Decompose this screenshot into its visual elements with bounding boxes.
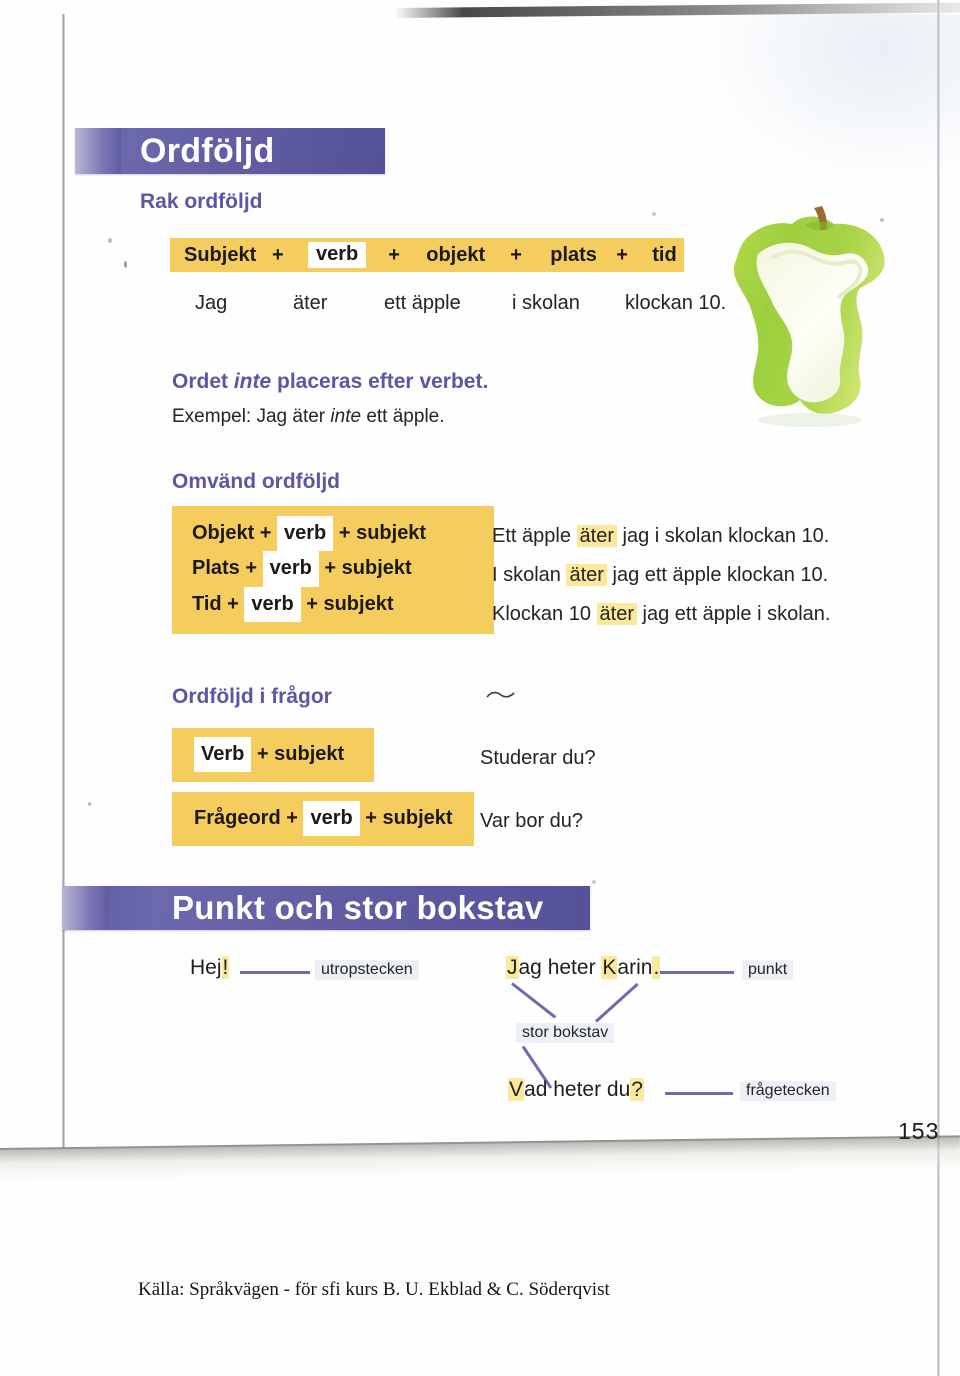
section-heading-punkt-och-stor-bokstav: Punkt och stor bokstav: [62, 886, 590, 930]
formula-pre: Objekt +: [192, 522, 278, 544]
example-pre: Klockan 10: [492, 603, 597, 625]
formula-plus: +: [388, 243, 400, 266]
formula-plus: +: [272, 243, 284, 266]
example-highlight-verb: äter: [596, 603, 637, 625]
formula-token-verb: Verb: [194, 737, 252, 773]
inte-example-prefix: Exempel: Jag äter: [172, 406, 331, 427]
inte-example-italic: inte: [330, 406, 362, 427]
subheading-omvand-ordfoljd: Omvänd ordföljd: [172, 470, 340, 493]
formula-plus: +: [616, 243, 628, 266]
sentence-karin-cap1: J: [506, 956, 519, 979]
formula-token-verb: verb: [262, 551, 319, 587]
example-pre: Ett äpple: [492, 525, 577, 547]
band-tail-decoration: [62, 886, 108, 930]
source-caption: Källa: Språkvägen - för sfi kurs B. U. E…: [138, 1279, 610, 1300]
inte-example-suffix: ett äpple.: [361, 406, 445, 427]
connector-line-stor-bokstav-from-j: [511, 982, 557, 1019]
sentence-hej-mark: !: [221, 956, 230, 979]
sentence-vad-cap1: V: [508, 1078, 525, 1101]
sentence-karin-mid2: arin: [617, 956, 653, 979]
example-post: jag ett äpple klockan 10.: [606, 564, 829, 586]
example-ordet-inte: Exempel: Jag äter inte ett äpple.: [172, 406, 445, 428]
formula-token-plats: plats: [550, 243, 597, 266]
formula-row-fragerord-verb-subjekt: Frågeord + verb + subjekt: [194, 801, 453, 837]
sentence-jag-heter-karin: Jag heter Karin.: [506, 956, 661, 980]
sentence-karin-mid1: ag heter: [518, 956, 602, 979]
formula-box-rak-ordfoljd: Subjekt + verb + objekt + plats + tid: [170, 238, 684, 272]
formula-pre: Frågeord +: [194, 807, 304, 829]
label-utropstecken: utropstecken: [315, 960, 419, 980]
section-heading-ordfoljd: Ordföljd: [75, 128, 385, 174]
formula-row-plats: Plats + verb + subjekt: [192, 551, 470, 587]
sentence-vad-heter-du: Vad heter du?: [508, 1078, 644, 1102]
formula-box-fraga-fragerord: Frågeord + verb + subjekt: [172, 792, 474, 847]
formula-post: + subjekt: [318, 557, 412, 580]
example-omvand-tid: Klockan 10 äter jag ett äpple i skolan.: [492, 603, 830, 626]
formula-box-omvand-ordfoljd: Objekt + verb + subjekt Plats + verb + s…: [172, 506, 494, 635]
formula-box-fraga-verb: Verb + subjekt: [172, 728, 374, 783]
connector-line-stor-bokstav-from-k: [594, 982, 639, 1023]
example-word-subjekt: Jag: [195, 292, 228, 314]
example-omvand-plats: I skolan äter jag ett äpple klockan 10.: [492, 564, 828, 587]
page-content: Ordföljd Rak ordföljd Subjekt + verb + o…: [0, 0, 960, 1376]
label-punkt: punkt: [742, 960, 794, 980]
label-fragetecken: frågetecken: [740, 1081, 836, 1101]
sentence-karin-mark: .: [652, 956, 661, 979]
example-post: jag ett äpple i skolan.: [636, 603, 831, 625]
subheading-rak-ordfoljd: Rak ordföljd: [140, 190, 263, 213]
subheading-ordet-inte: Ordet inte placeras efter verbet.: [172, 370, 488, 394]
sentence-hej-word: Hej: [190, 956, 222, 979]
example-pre: I skolan: [492, 564, 567, 586]
connector-line-utropstecken: [240, 971, 310, 974]
example-word-objekt: ett äpple: [384, 292, 461, 314]
scan-squiggle-mark: [486, 691, 515, 698]
example-word-plats: i skolan: [512, 292, 580, 314]
example-highlight-verb: äter: [576, 525, 617, 547]
formula-post: + subjekt: [333, 522, 427, 544]
formula-token-verb: verb: [244, 586, 301, 623]
inte-heading-part2: placeras efter verbet.: [271, 370, 489, 393]
sentence-vad-mid1: ad heter du: [524, 1078, 631, 1101]
formula-token-verb: verb: [277, 516, 334, 552]
sentence-vad-mark: ?: [630, 1078, 644, 1101]
inte-heading-italic: inte: [233, 370, 272, 393]
example-fraga-fragerord: Var bor du?: [480, 810, 584, 832]
formula-pre: Plats +: [192, 557, 263, 580]
formula-post: + subjekt: [359, 807, 453, 829]
formula-token-verb: verb: [308, 242, 367, 268]
formula-token-tid: tid: [652, 243, 677, 266]
connector-line-fragetecken: [665, 1092, 733, 1095]
sentence-karin-cap2: K: [601, 956, 618, 979]
apple-core-icon: [733, 206, 885, 427]
page-number: 153: [898, 1118, 938, 1144]
sentence-hej: Hej!: [190, 956, 230, 980]
formula-post: + subjekt: [300, 592, 394, 615]
band-tail-decoration: [75, 128, 121, 174]
band-title-punkt: Punkt och stor bokstav: [172, 889, 544, 926]
formula-plus: +: [510, 243, 522, 266]
connector-line-punkt: [660, 971, 734, 974]
apple-core-illustration: [710, 196, 910, 446]
formula-pre: Tid +: [192, 592, 245, 615]
label-stor-bokstav: stor bokstav: [516, 1023, 615, 1043]
example-post: jag i skolan klockan 10.: [616, 525, 830, 547]
formula-post: + subjekt: [251, 743, 345, 765]
formula-row-verb-subjekt: Verb + subjekt: [194, 737, 352, 773]
formula-row-tid: Tid + verb + subjekt: [192, 586, 470, 623]
formula-token-verb: verb: [303, 801, 360, 837]
example-highlight-verb: äter: [566, 564, 607, 586]
inte-heading-part1: Ordet: [172, 370, 234, 393]
formula-token-objekt: objekt: [426, 243, 486, 266]
formula-row-objekt: Objekt + verb + subjekt: [192, 516, 470, 552]
subheading-ordfoljd-i-fragor: Ordföljd i frågor: [172, 685, 332, 708]
example-omvand-objekt: Ett äpple äter jag i skolan klockan 10.: [492, 525, 829, 548]
example-word-verb: äter: [293, 292, 328, 314]
example-fraga-verb: Studerar du?: [480, 747, 596, 769]
formula-token-subjekt: Subjekt: [184, 243, 257, 266]
